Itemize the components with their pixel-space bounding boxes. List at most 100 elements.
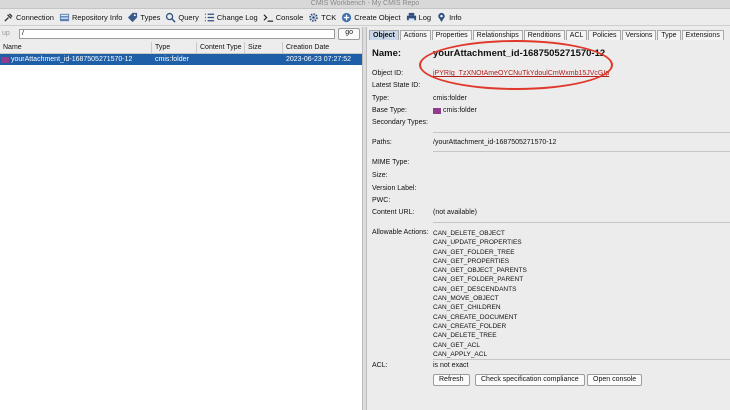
allowable-action-item: CAN_GET_PROPERTIES [433, 257, 510, 265]
tab-versions[interactable]: Versions [621, 30, 657, 40]
allowable-action-item: CAN_DELETE_TREE [433, 332, 497, 340]
column-header-content-type[interactable]: Content Type [197, 42, 245, 53]
column-header-creation-date[interactable]: Creation Date [283, 42, 362, 53]
table-row[interactable]: yourAttachment_id-1687505271570-12 cmis:… [0, 54, 362, 65]
plus-icon [342, 12, 352, 22]
separator [433, 151, 730, 152]
column-header-name[interactable]: Name [0, 42, 152, 53]
row-content-type [197, 54, 245, 65]
column-header-size[interactable]: Size [245, 42, 283, 53]
type-value: cmis:folder [433, 95, 467, 102]
pwc-label: PWC: [372, 197, 391, 204]
toolbar-connection-button[interactable]: Connection [3, 12, 54, 23]
pin-icon [438, 12, 445, 22]
connection-icon [4, 12, 13, 22]
tab-object[interactable]: Object [369, 30, 399, 40]
toolbar-connection-label: Connection [16, 12, 54, 22]
name-label: Name: [372, 48, 402, 59]
tab-actions[interactable]: Actions [399, 30, 431, 40]
check-compliance-button[interactable]: Check specification compliance [475, 374, 585, 386]
object-id-label: Object ID: [372, 70, 404, 77]
table-header: Name Type Content Type Size Creation Dat… [0, 42, 362, 54]
path-input[interactable] [19, 28, 336, 39]
row-creation-date: 2023-06-23 07:27:52 [286, 56, 351, 63]
repository-info-icon [59, 13, 70, 21]
separator [433, 359, 730, 360]
tab-properties[interactable]: Properties [431, 30, 472, 40]
allowable-action-item: CAN_GET_FOLDER_PARENT [433, 276, 524, 284]
toolbar-change-log-label: Change Log [216, 12, 258, 22]
allowable-action-item: CAN_DELETE_OBJECT [433, 230, 505, 237]
toolbar-query-button[interactable]: Query [165, 12, 199, 23]
allowable-action-item: CAN_GET_DESCENDANTS [433, 285, 517, 293]
toolbar-tck-button[interactable]: TCK [308, 12, 336, 23]
printer-icon [406, 12, 416, 22]
tab-policies[interactable]: Policies [588, 30, 621, 40]
toolbar-types-button[interactable]: Types [127, 12, 160, 23]
object-id-link[interactable]: jPYRIg_TzXNOtAmeOYCNuTkYdoulCmWxmb15JVcG… [433, 70, 609, 77]
row-type: cmis:folder [155, 56, 189, 63]
content-url-label: Content URL: [372, 209, 415, 216]
row-name-cell: yourAttachment_id-1687505271570-12 [0, 54, 152, 65]
latest-state-id-label: Latest State ID: [372, 82, 421, 89]
search-icon [166, 12, 177, 23]
object-details-panel: Name: yourAttachment_id-1687505271570-12… [367, 40, 730, 410]
allowable-action-item: CAN_GET_OBJECT_PARENTS [433, 267, 527, 275]
toolbar-info-button[interactable]: Info [436, 12, 462, 23]
allowable-actions-list: CAN_DELETE_OBJECT CAN_UPDATE_PROPERTIES … [433, 229, 527, 359]
allowable-action-item: CAN_UPDATE_PROPERTIES [433, 239, 522, 247]
version-label-label: Version Label: [372, 185, 417, 192]
base-type-value-group: cmis:folder [433, 107, 477, 114]
up-button[interactable]: up [2, 30, 16, 37]
type-label: Type: [372, 95, 390, 102]
tab-relationships[interactable]: Relationships [472, 30, 523, 40]
acl-value: is not exact [433, 362, 469, 369]
tab-type[interactable]: Type [657, 30, 681, 40]
content-url-value: (not available) [433, 209, 477, 216]
toolbar-create-object-label: Create Object [354, 12, 401, 22]
toolbar-console-label: Console [275, 12, 304, 22]
open-console-button[interactable]: Open console [587, 374, 643, 386]
tab-renditions[interactable]: Renditions [523, 30, 565, 40]
console-icon [263, 13, 273, 22]
toolbar-info-label: Info [449, 12, 462, 22]
folder-icon [433, 107, 441, 114]
folder-contents-table: Name Type Content Type Size Creation Dat… [0, 42, 362, 410]
toolbar-log-label: Log [418, 12, 432, 22]
separator [433, 222, 730, 223]
details-tabs: Object Actions Properties Relationships … [369, 27, 730, 40]
types-icon [128, 12, 138, 22]
paths-label: Paths: [372, 139, 392, 146]
allowable-action-item: CAN_GET_FOLDER_TREE [433, 248, 515, 256]
list-icon [204, 13, 214, 21]
window-title: CMIS Workbench - My CMIS Repo [0, 0, 730, 9]
tab-acl[interactable]: ACL [565, 30, 588, 40]
main-toolbar: Connection Repository Info Types Query C… [0, 9, 730, 26]
allowable-action-item: CAN_GET_CHILDREN [433, 304, 501, 312]
column-header-type[interactable]: Type [152, 42, 197, 53]
toolbar-create-object-button[interactable]: Create Object [341, 12, 401, 23]
allowable-action-item: CAN_CREATE_FOLDER [433, 322, 507, 330]
name-value: yourAttachment_id-1687505271570-12 [433, 48, 606, 59]
base-type-label: Base Type: [372, 107, 407, 114]
allowable-action-item: CAN_CREATE_DOCUMENT [433, 313, 518, 321]
toolbar-types-label: Types [140, 12, 161, 22]
allowable-action-item: CAN_MOVE_OBJECT [433, 295, 499, 303]
refresh-button[interactable]: Refresh [433, 374, 470, 386]
row-size [245, 54, 283, 65]
folder-icon [1, 56, 9, 63]
toolbar-log-button[interactable]: Log [406, 12, 432, 23]
allowable-actions-label: Allowable Actions: [372, 229, 429, 236]
toolbar-change-log-button[interactable]: Change Log [204, 12, 258, 23]
toolbar-repository-info-label: Repository Info [71, 12, 123, 22]
toolbar-console-button[interactable]: Console [263, 12, 304, 23]
allowable-action-item: CAN_APPLY_ACL [433, 350, 488, 358]
separator [433, 132, 730, 133]
allowable-action-item: CAN_GET_ACL [433, 341, 480, 349]
toolbar-repository-info-button[interactable]: Repository Info [59, 12, 122, 23]
tab-extensions[interactable]: Extensions [681, 30, 724, 40]
path-bar: up go [0, 27, 362, 40]
secondary-types-label: Secondary Types: [372, 119, 428, 126]
go-button[interactable]: go [338, 27, 360, 40]
mime-type-label: MIME Type: [372, 159, 410, 166]
